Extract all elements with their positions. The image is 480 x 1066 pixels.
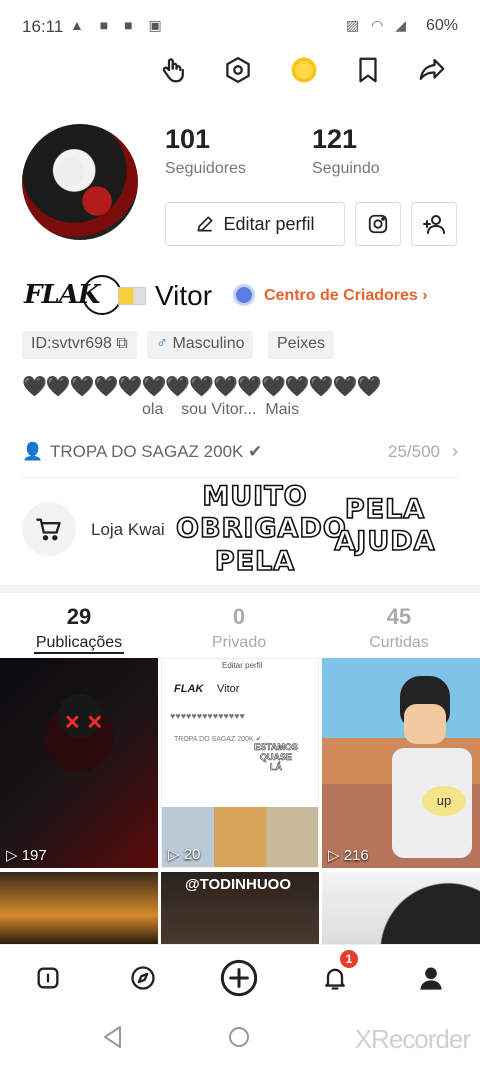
up-bag: up	[422, 786, 466, 816]
following-count[interactable]: 121	[312, 124, 357, 155]
followers-label[interactable]: Seguidores	[165, 160, 246, 178]
notification-icons: ▲ ■ ■ ▣	[70, 17, 168, 33]
notification-badge: 1	[340, 950, 358, 968]
post-views-count: 216	[343, 847, 369, 864]
tab-posts-count[interactable]: 29	[19, 604, 139, 630]
bio-hearts: 🖤🖤🖤🖤🖤🖤🖤🖤🖤🖤🖤🖤🖤🖤🖤	[22, 376, 382, 398]
mini-username: Vitor	[217, 683, 240, 695]
creator-center-link[interactable]: Centro de Criadores ›	[264, 287, 428, 305]
overlay-line: AJUDA	[334, 526, 436, 559]
bio-text[interactable]: ola sou Vitor... Mais	[142, 401, 299, 419]
tab-likes-count[interactable]: 45	[339, 604, 459, 630]
pencil-icon	[197, 216, 213, 232]
active-tab-indicator	[34, 652, 124, 654]
mini-group: TROPA DO SAGAZ 200K ✔	[174, 736, 262, 743]
tab-posts[interactable]: Publicações	[19, 634, 139, 652]
signal-icons: ▨ ◠ ◢	[346, 17, 410, 33]
group-row[interactable]: 👤 TROPA DO SAGAZ 200K ✔ 25/500 ›	[22, 440, 458, 466]
system-home-button[interactable]	[227, 1025, 251, 1054]
nav-profile[interactable]	[411, 958, 451, 998]
post-views-count: 197	[21, 847, 47, 864]
system-back-button[interactable]	[100, 1024, 124, 1055]
status-time: 16:11	[22, 17, 64, 36]
post-views: ▷ 20	[168, 846, 201, 863]
post-views: ▷ 216	[328, 847, 369, 864]
post-thumbnail[interactable]: ✕ ✕ ▷ 197	[0, 658, 158, 868]
verified-icon	[236, 287, 252, 303]
group-icon: 👤	[22, 442, 44, 461]
username: Vitor	[155, 280, 213, 311]
mini-edit-label: Editar perfil	[222, 661, 263, 670]
edit-profile-label: Editar perfil	[223, 213, 315, 234]
back-triangle-icon	[104, 1026, 121, 1048]
overlay-line: OBRIGADO	[175, 513, 347, 546]
profile-icon	[420, 967, 442, 990]
shop-button[interactable]	[22, 502, 76, 556]
group-count: 25/500	[388, 442, 440, 461]
chevron-right-icon: ›	[452, 441, 458, 461]
nav-discover[interactable]	[123, 958, 163, 998]
shop-label[interactable]: Loja Kwai	[91, 520, 165, 540]
male-icon: ♂	[156, 335, 168, 352]
battery-level: 60%	[425, 17, 458, 34]
nav-create[interactable]	[219, 958, 259, 998]
id-tag[interactable]: ID:svtvr698 ⧉	[22, 331, 137, 359]
post-views-count: 20	[183, 846, 201, 863]
sign-tag: Peixes	[268, 331, 335, 359]
tab-likes[interactable]: Curtidas	[339, 634, 459, 652]
cart-icon	[36, 518, 61, 541]
avatar-art	[34, 138, 124, 228]
plus-circle-icon	[220, 959, 258, 997]
character-face	[404, 704, 446, 744]
tab-private[interactable]: Privado	[179, 634, 299, 652]
overlay-text-right: PELA AJUDA	[330, 493, 440, 559]
bell-icon	[325, 968, 345, 990]
watermark: XRecorder	[354, 1024, 471, 1054]
overlay-line: PELA	[214, 545, 296, 578]
followers-count[interactable]: 101	[165, 124, 210, 155]
status-bar: 16:11 ▲ ■ ■ ▣ ▨ ◠ ◢ 60%	[0, 0, 480, 54]
post-thumbnail[interactable]	[0, 872, 158, 944]
post-thumbnail[interactable]: up ▷ 216	[322, 658, 480, 868]
mini-hearts: ♥♥♥♥♥♥♥♥♥♥♥♥♥♥	[170, 711, 245, 721]
mini-overlay: ESTAMOS QUASE LÁ	[254, 742, 298, 772]
gender-tag-text: Masculino	[172, 335, 245, 352]
group-name: TROPA DO SAGAZ 200K ✔	[50, 442, 263, 461]
bookmark-icon[interactable]	[350, 52, 386, 88]
compass-icon	[131, 966, 155, 990]
mini-logo: FLAK	[174, 683, 204, 695]
settings-hexagon-icon[interactable]	[220, 52, 256, 88]
instagram-icon	[368, 214, 388, 234]
post-views: ▷ 197	[6, 847, 47, 864]
logo-ring	[82, 275, 122, 315]
divider	[22, 477, 458, 478]
overlay-line: PELA	[344, 493, 426, 526]
share-icon[interactable]	[414, 52, 450, 88]
id-tag-text: ID:svtvr698	[31, 335, 112, 352]
overlay-line: MUITO	[202, 480, 308, 513]
flag-icon	[118, 287, 146, 305]
copy-icon: ⧉	[116, 335, 128, 352]
add-user-icon	[423, 215, 445, 234]
home-icon	[37, 967, 59, 989]
creator-center-label: Centro de Criadores	[264, 287, 418, 304]
post-thumbnail[interactable]: @TODINHUOO	[161, 872, 319, 944]
section-separator	[0, 585, 480, 593]
tab-private-count[interactable]: 0	[179, 604, 299, 630]
post-thumbnail[interactable]: Editar perfil FLAK Vitor ♥♥♥♥♥♥♥♥♥♥♥♥♥♥ …	[161, 658, 319, 868]
post-caption: @TODINHUOO	[185, 876, 292, 893]
edit-profile-button[interactable]: Editar perfil	[165, 202, 345, 246]
home-circle-icon	[229, 1027, 249, 1047]
instagram-button[interactable]	[355, 202, 401, 246]
nav-home[interactable]	[28, 958, 68, 998]
following-label[interactable]: Seguindo	[312, 160, 380, 178]
hand-icon[interactable]	[156, 52, 192, 88]
add-friend-button[interactable]	[411, 202, 457, 246]
post-thumbnail[interactable]	[322, 872, 480, 944]
coin-icon[interactable]	[286, 52, 322, 88]
avatar[interactable]	[22, 124, 138, 240]
gender-tag: ♂ Masculino	[147, 331, 254, 359]
mask-eyes: ✕ ✕	[64, 712, 104, 734]
overlay-text-left: MUITO OBRIGADO PELA	[175, 480, 347, 578]
